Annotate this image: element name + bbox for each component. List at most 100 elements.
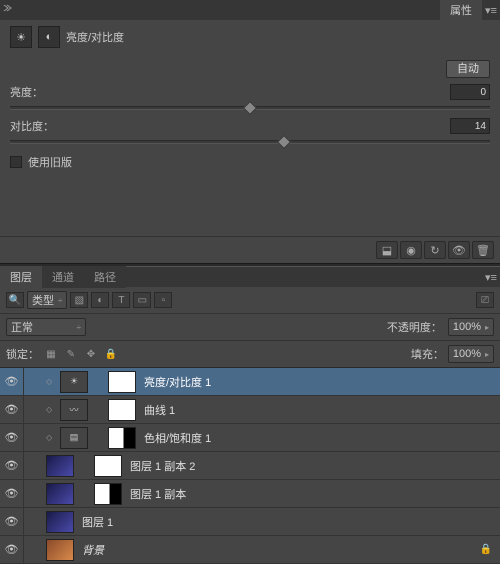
reset-icon[interactable]: ↻ [424, 241, 446, 259]
layer-name: 图层 1 副本 [126, 486, 186, 502]
filter-toggle-switch[interactable]: ⎚ [476, 292, 494, 308]
opacity-dropdown[interactable]: 100% ▸ [448, 318, 494, 336]
contrast-input[interactable] [450, 118, 490, 134]
panel-collapse-button[interactable] [2, 3, 16, 17]
auto-row: 自动 [10, 60, 490, 78]
properties-body: ☀ ◐ 亮度/对比度 自动 亮度： 对比度： 使用旧版 [0, 20, 500, 176]
lock-position-icon[interactable]: ✥ [83, 347, 99, 361]
properties-panel: 属性 ▾≡ ☀ ◐ 亮度/对比度 自动 亮度： 对比度： 使用旧版 [0, 0, 500, 263]
adjustment-thumb: ☀ [60, 371, 88, 393]
layer-row[interactable]: 👁 图层 1 副本 [0, 480, 500, 508]
tab-layers[interactable]: 图层 [0, 266, 42, 288]
toggle-visibility-icon[interactable]: 👁 [448, 241, 470, 259]
layer-row[interactable]: 👁 ◇ 〰 曲线 1 [0, 396, 500, 424]
filter-smart-icon[interactable]: ▫ [154, 292, 172, 308]
layer-name: 曲线 1 [140, 402, 175, 418]
layer-thumb [46, 539, 74, 561]
visibility-toggle[interactable]: 👁 [0, 368, 24, 395]
brightness-slider[interactable] [10, 106, 490, 110]
mask-icon[interactable]: ◐ [38, 26, 60, 48]
adjustment-thumb: 〰 [60, 399, 88, 421]
view-previous-icon[interactable]: ◉ [400, 241, 422, 259]
layers-filter-toolbar: 🔍 类型 ÷ ▧ ◐ T ▭ ▫ ⎚ [0, 287, 500, 314]
blend-mode-dropdown[interactable]: 正常 ÷ [6, 318, 86, 336]
tab-channels[interactable]: 通道 [42, 266, 84, 288]
layer-name: 色相/饱和度 1 [140, 430, 211, 446]
lock-all-icon[interactable]: 🔒 [103, 347, 119, 361]
layer-row[interactable]: 👁 图层 1 副本 2 [0, 452, 500, 480]
layer-row[interactable]: 👁 背景 🔒 [0, 536, 500, 564]
filter-search-icon[interactable]: 🔍 [6, 292, 24, 308]
layer-row[interactable]: 👁 图层 1 [0, 508, 500, 536]
panel-menu-button[interactable]: ▾≡ [482, 4, 500, 17]
expand-icon[interactable]: ◇ [46, 433, 56, 442]
legacy-checkbox[interactable] [10, 156, 22, 168]
properties-header: 属性 ▾≡ [0, 0, 500, 20]
visibility-toggle[interactable]: 👁 [0, 508, 24, 535]
mask-thumb[interactable] [108, 399, 136, 421]
tab-paths[interactable]: 路径 [84, 266, 126, 288]
brightness-input[interactable] [450, 84, 490, 100]
filter-kind-dropdown[interactable]: 类型 ÷ [27, 291, 67, 309]
delete-adjustment-icon[interactable]: 🗑 [472, 241, 494, 259]
lock-transparent-icon[interactable]: ▦ [43, 347, 59, 361]
brightness-contrast-icon: ☀ [10, 26, 32, 48]
visibility-toggle[interactable]: 👁 [0, 452, 24, 479]
visibility-toggle[interactable]: 👁 [0, 396, 24, 423]
visibility-toggle[interactable]: 👁 [0, 424, 24, 451]
legacy-row: 使用旧版 [10, 154, 490, 170]
brightness-slider-thumb[interactable] [243, 101, 257, 115]
layer-name: 亮度/对比度 1 [140, 374, 211, 390]
visibility-toggle[interactable]: 👁 [0, 536, 24, 563]
fill-label: 填充： [411, 346, 444, 362]
brightness-row: 亮度： [10, 84, 490, 100]
auto-button[interactable]: 自动 [446, 60, 490, 78]
opacity-label: 不透明度： [387, 319, 442, 335]
filter-type-icon[interactable]: T [112, 292, 130, 308]
contrast-row: 对比度： [10, 118, 490, 134]
layer-thumb [46, 455, 74, 477]
filter-shape-icon[interactable]: ▭ [133, 292, 151, 308]
contrast-label: 对比度： [10, 118, 70, 134]
contrast-slider[interactable] [10, 140, 490, 144]
filter-adjustment-icon[interactable]: ◐ [91, 292, 109, 308]
chevron-down-icon: ÷ [58, 296, 62, 305]
tab-properties[interactable]: 属性 [440, 0, 482, 21]
adjustment-thumb: ▤ [60, 427, 88, 449]
lock-badge-icon: 🔒 [480, 544, 492, 555]
clip-to-layer-icon[interactable]: ⬓ [376, 241, 398, 259]
layer-row[interactable]: 👁 ◇ ☀ 亮度/对比度 1 [0, 368, 500, 396]
layers-panel-menu-button[interactable]: ▾≡ [482, 271, 500, 284]
layer-name: 背景 [78, 542, 104, 558]
contrast-slider-thumb[interactable] [277, 135, 291, 149]
layers-header: 图层 通道 路径 ▾≡ [0, 267, 500, 287]
mask-thumb[interactable] [94, 455, 122, 477]
fill-value: 100% [453, 348, 481, 360]
chevron-down-icon: ▸ [485, 323, 489, 332]
layers-panel: 图层 通道 路径 ▾≡ 🔍 类型 ÷ ▧ ◐ T ▭ ▫ ⎚ 正常 ÷ 不透明度… [0, 267, 500, 564]
layer-row[interactable]: 👁 ◇ ▤ 色相/饱和度 1 [0, 424, 500, 452]
filter-pixel-icon[interactable]: ▧ [70, 292, 88, 308]
mask-thumb[interactable] [108, 427, 136, 449]
layers-lock-row: 锁定： ▦ ✎ ✥ 🔒 填充： 100% ▸ [0, 341, 500, 368]
layer-name: 图层 1 副本 2 [126, 458, 195, 474]
lock-label: 锁定： [6, 346, 39, 362]
blend-mode-value: 正常 [11, 319, 33, 335]
legacy-label: 使用旧版 [28, 154, 72, 170]
layer-thumb [46, 483, 74, 505]
chevron-down-icon: ▸ [485, 350, 489, 359]
adjustment-name: 亮度/对比度 [66, 29, 124, 45]
adjustment-title-row: ☀ ◐ 亮度/对比度 [10, 26, 490, 48]
mask-thumb[interactable] [94, 483, 122, 505]
layers-blend-row: 正常 ÷ 不透明度： 100% ▸ [0, 314, 500, 341]
lock-pixels-icon[interactable]: ✎ [63, 347, 79, 361]
brightness-label: 亮度： [10, 84, 70, 100]
layer-name: 图层 1 [78, 514, 113, 530]
opacity-value: 100% [453, 321, 481, 333]
expand-icon[interactable]: ◇ [46, 377, 56, 386]
properties-footer: ⬓ ◉ ↻ 👁 🗑 [0, 236, 500, 263]
chevron-down-icon: ÷ [77, 323, 81, 332]
fill-dropdown[interactable]: 100% ▸ [448, 345, 494, 363]
expand-icon[interactable]: ◇ [46, 405, 56, 414]
mask-thumb[interactable] [108, 371, 136, 393]
